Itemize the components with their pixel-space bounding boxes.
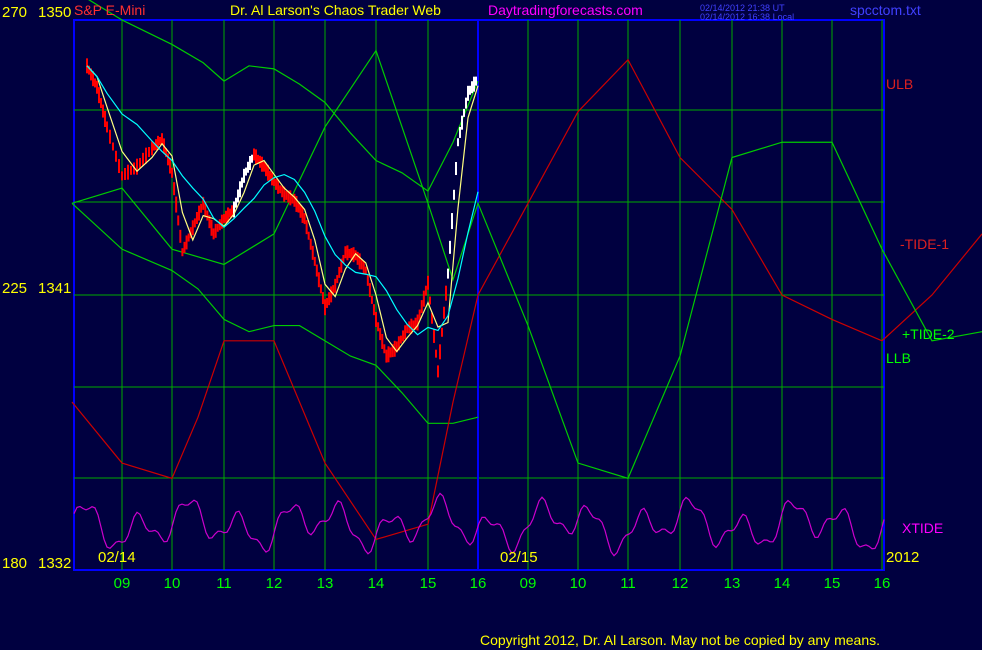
tide1-line (71, 58, 982, 541)
x-tick-label-day2: 11 (620, 575, 636, 592)
x-tick-label-day2: 10 (570, 575, 587, 592)
ulb-label: ULB (886, 76, 914, 92)
x-tick-label-day1: 09 (114, 575, 131, 592)
y-label-mid-left: 225 (2, 280, 28, 297)
xtide-label: XTIDE (902, 520, 944, 536)
x-tick-label-day2: 14 (774, 575, 791, 592)
tide2-label: +TIDE-2 (902, 326, 955, 342)
ulb-line (88, 0, 479, 192)
site-link[interactable]: Daytradingforecasts.com (488, 2, 643, 18)
ma-fast-line (86, 65, 479, 353)
page-title: Dr. Al Larson's Chaos Trader Web (230, 2, 441, 18)
llb-line (71, 202, 479, 424)
chart-area: 09 10 11 12 13 14 15 16 09 10 11 12 13 14 15 16 (0, 0, 982, 650)
chart-title: S&P E-Mini (74, 2, 146, 18)
x-tick-label-day2: 12 (672, 575, 689, 592)
file-name: spcctom.txt (850, 2, 921, 18)
x-tick-label-day1: 14 (368, 575, 385, 592)
tide2-line (71, 49, 982, 480)
timestamp-local: 02/14/2012 16:38 Local (700, 12, 795, 22)
year-label: 2012 (886, 549, 920, 566)
y-label-top-right: 1350 (38, 4, 72, 21)
y-label-bot-right: 1332 (38, 555, 72, 572)
x-tick-label-day1: 12 (266, 575, 283, 592)
x-tick-label-day1: 13 (317, 575, 334, 592)
y-label-bot-left: 180 (2, 555, 28, 572)
date-label-left: 02/14 (98, 549, 136, 566)
y-label-mid-right: 1341 (38, 280, 72, 297)
x-tick-label-day2: 09 (520, 575, 537, 592)
chart-svg: 09 10 11 12 13 14 15 16 09 10 11 12 13 14 15 16 (71, 0, 982, 592)
x-tick-label-day1: 10 (164, 575, 181, 592)
llb-label: LLB (886, 350, 911, 366)
date-label-mid: 02/15 (500, 549, 538, 566)
x-tick-label-day2: 15 (824, 575, 841, 592)
copyright: Copyright 2012, Dr. Al Larson. May not b… (480, 632, 881, 648)
ma-slow-line (86, 65, 479, 336)
x-tick-label-day1: 16 (470, 575, 487, 592)
x-tick-label-day1: 15 (420, 575, 437, 592)
x-tick-label-day1: 11 (216, 575, 232, 592)
tide1-label: -TIDE-1 (900, 236, 949, 252)
x-tick-label-day2: 16 (874, 575, 891, 592)
y-label-top-left: 270 (2, 4, 28, 21)
x-tick-label-day2: 13 (724, 575, 741, 592)
